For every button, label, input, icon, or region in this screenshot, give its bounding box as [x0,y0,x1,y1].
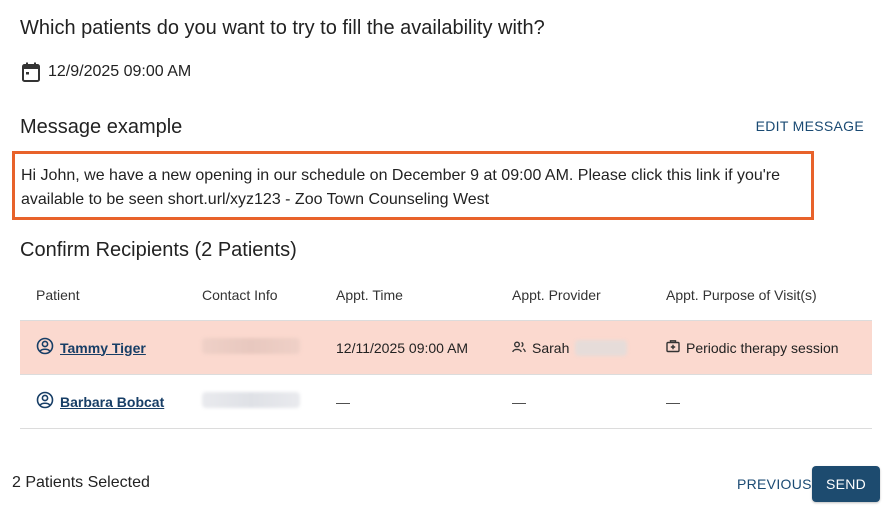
datetime-text: 12/9/2025 09:00 AM [48,63,192,80]
recipients-table: Patient Contact Info Appt. Time Appt. Pr… [20,270,872,429]
column-header-purpose: Appt. Purpose of Visit(s) [666,287,817,303]
patient-cell: Tammy Tiger [36,337,146,358]
column-header-patient: Patient [36,287,80,303]
medical-bag-icon [666,339,680,356]
message-text: Hi John, we have a new opening in our sc… [21,167,781,208]
provider-cell: — [512,393,526,410]
edit-message-button[interactable]: EDIT MESSAGE [756,118,864,134]
column-header-appt-time: Appt. Time [336,287,403,303]
table-header: Patient Contact Info Appt. Time Appt. Pr… [20,270,872,321]
selected-count: 2 Patients Selected [12,474,150,491]
appt-time: — [336,393,350,410]
table-row[interactable]: Barbara Bobcat — — — [20,375,872,429]
send-button[interactable]: SEND [812,466,880,502]
table-row[interactable]: Tammy Tiger 12/11/2025 09:00 AM Sarah Pe… [20,321,872,375]
patient-avatar-icon [36,337,54,358]
patient-cell: Barbara Bobcat [36,391,164,412]
column-header-contact: Contact Info [202,287,278,303]
patient-link[interactable]: Tammy Tiger [60,340,146,356]
confirm-recipients-title: Confirm Recipients (2 Patients) [20,239,297,261]
message-example-box: Hi John, we have a new opening in our sc… [12,151,814,220]
provider-name: Sarah [532,339,570,356]
purpose-text: Periodic therapy session [686,339,839,356]
contact-info-redacted [202,392,300,411]
patient-link[interactable]: Barbara Bobcat [60,394,164,410]
availability-datetime: 12/9/2025 09:00 AM [22,62,191,82]
column-header-provider: Appt. Provider [512,287,601,303]
patient-avatar-icon [36,391,54,412]
appt-time: 12/11/2025 09:00 AM [336,339,469,356]
contact-info-redacted [202,338,300,357]
question-heading: Which patients do you want to try to fil… [20,17,545,39]
message-example-title: Message example [20,116,183,138]
provider-icon [512,340,526,356]
purpose-cell: Periodic therapy session [666,339,839,356]
calendar-icon [22,62,40,82]
previous-button[interactable]: PREVIOUS [737,476,812,492]
purpose-cell: — [666,393,680,410]
provider-surname-redacted [575,339,628,356]
provider-cell: Sarah [512,339,628,356]
